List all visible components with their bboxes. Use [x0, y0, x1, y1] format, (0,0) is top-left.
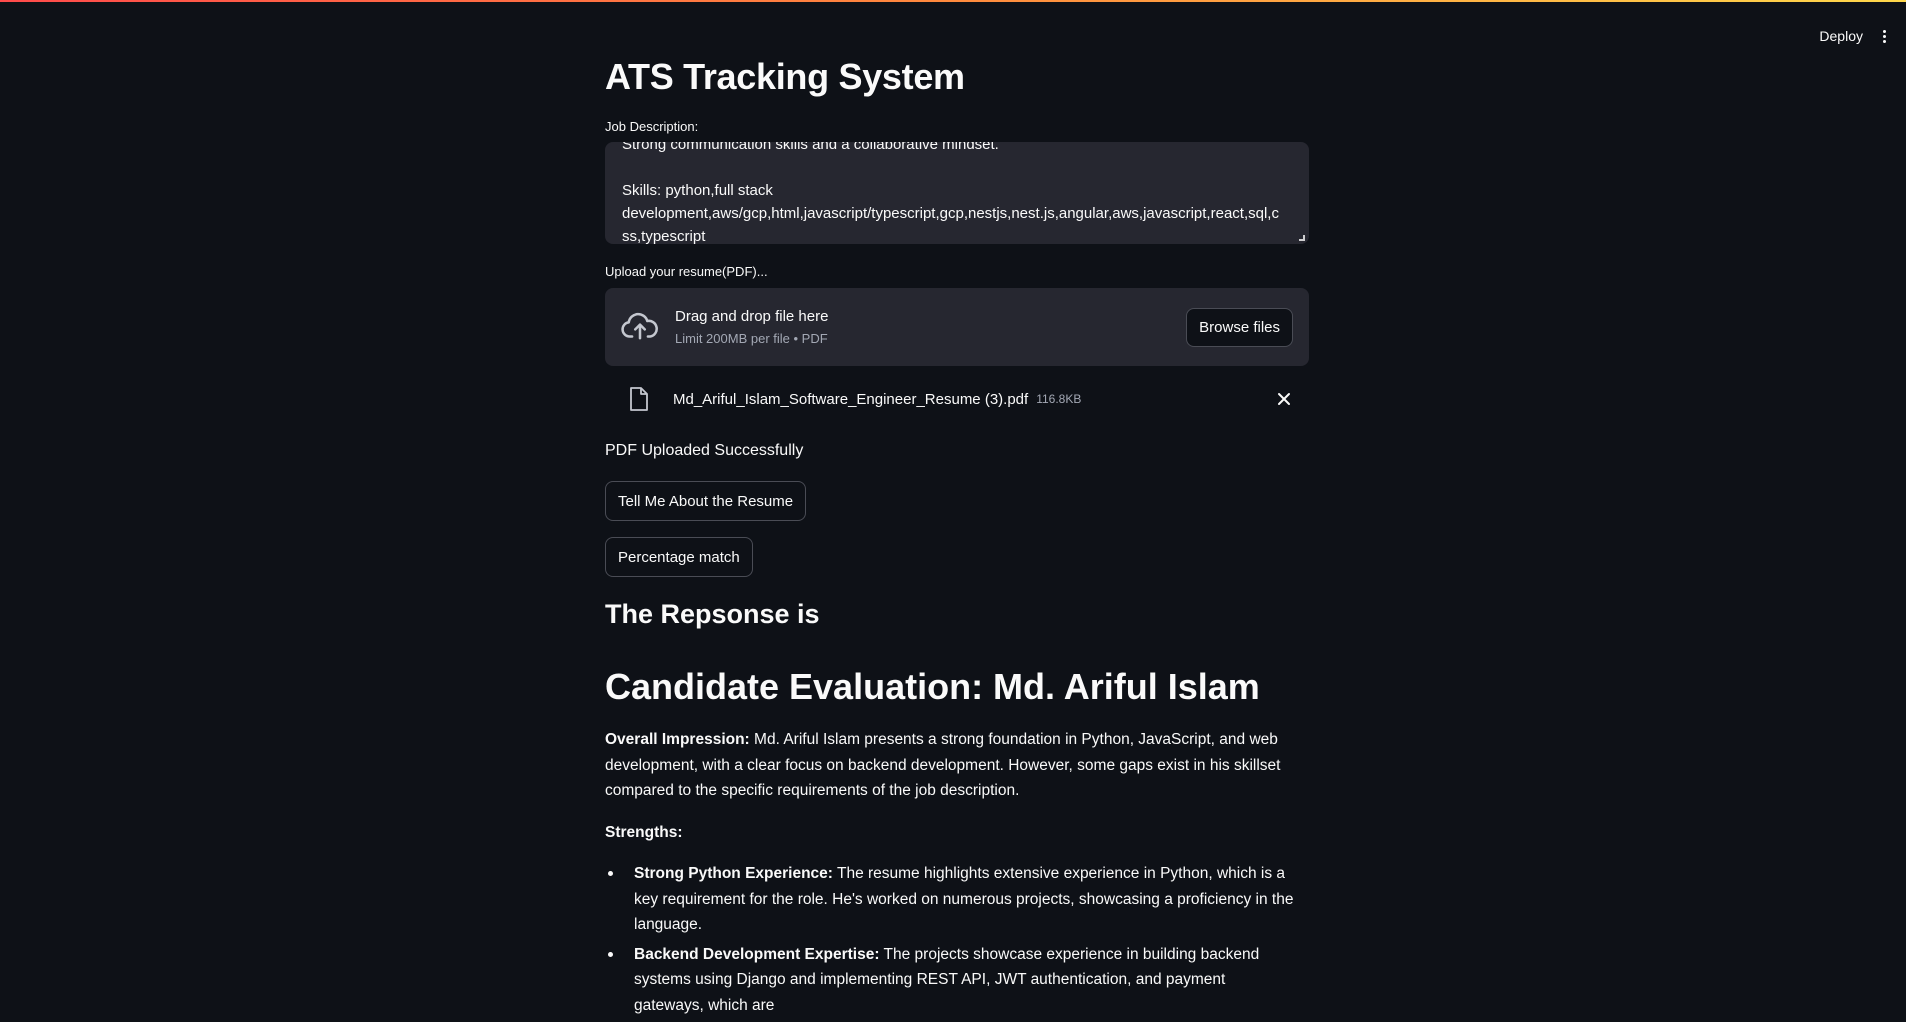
- kebab-menu-icon[interactable]: [1877, 24, 1892, 49]
- browse-files-button[interactable]: Browse files: [1186, 307, 1293, 347]
- file-icon: [630, 387, 648, 411]
- list-item: Strong Python Experience: The resume hig…: [605, 861, 1295, 938]
- top-accent-bar: [0, 0, 1906, 2]
- tell-me-about-resume-button[interactable]: Tell Me About the Resume: [605, 481, 807, 521]
- list-item: Backend Development Expertise: The proje…: [605, 942, 1295, 1019]
- uploaded-file-row: Md_Ariful_Islam_Software_Engineer_Resume…: [605, 382, 1309, 416]
- dropzone-title: Drag and drop file here: [675, 308, 829, 325]
- strength-label: Strong Python Experience:: [634, 865, 833, 882]
- uploaded-file-name: Md_Ariful_Islam_Software_Engineer_Resume…: [673, 390, 1029, 408]
- response-heading: The Repsonse is: [605, 599, 820, 629]
- response-body: Overall Impression: Md. Ariful Islam pre…: [605, 727, 1295, 1022]
- cloud-upload-icon: [621, 312, 658, 340]
- upload-label: Upload your resume(PDF)...: [605, 264, 768, 279]
- job-description-text: Strong communication skills and a collab…: [622, 142, 1279, 244]
- job-description-label: Job Description:: [605, 119, 699, 134]
- strength-label: Backend Development Expertise:: [634, 945, 880, 963]
- uploaded-file-size: 116.8KB: [1036, 392, 1082, 406]
- upload-status-message: PDF Uploaded Successfully: [605, 442, 804, 459]
- deploy-button[interactable]: Deploy: [1819, 28, 1863, 44]
- file-dropzone[interactable]: Drag and drop file here Limit 200MB per …: [605, 288, 1309, 366]
- overall-impression: Overall Impression: Md. Ariful Islam pre…: [605, 727, 1295, 804]
- remove-file-icon[interactable]: [1275, 390, 1293, 408]
- page-title: ATS Tracking System: [605, 56, 965, 97]
- top-toolbar: Deploy: [1819, 16, 1906, 56]
- evaluation-title: Candidate Evaluation: Md. Ariful Islam: [605, 666, 1260, 707]
- dropzone-limit: Limit 200MB per file • PDF: [675, 331, 828, 346]
- percentage-match-button[interactable]: Percentage match: [605, 537, 753, 577]
- overall-impression-label: Overall Impression:: [605, 731, 750, 748]
- strengths-list: Strong Python Experience: The resume hig…: [605, 861, 1295, 1018]
- resize-handle[interactable]: [1299, 235, 1305, 241]
- strengths-heading: Strengths:: [605, 823, 683, 841]
- job-description-textarea[interactable]: Strong communication skills and a collab…: [605, 142, 1309, 244]
